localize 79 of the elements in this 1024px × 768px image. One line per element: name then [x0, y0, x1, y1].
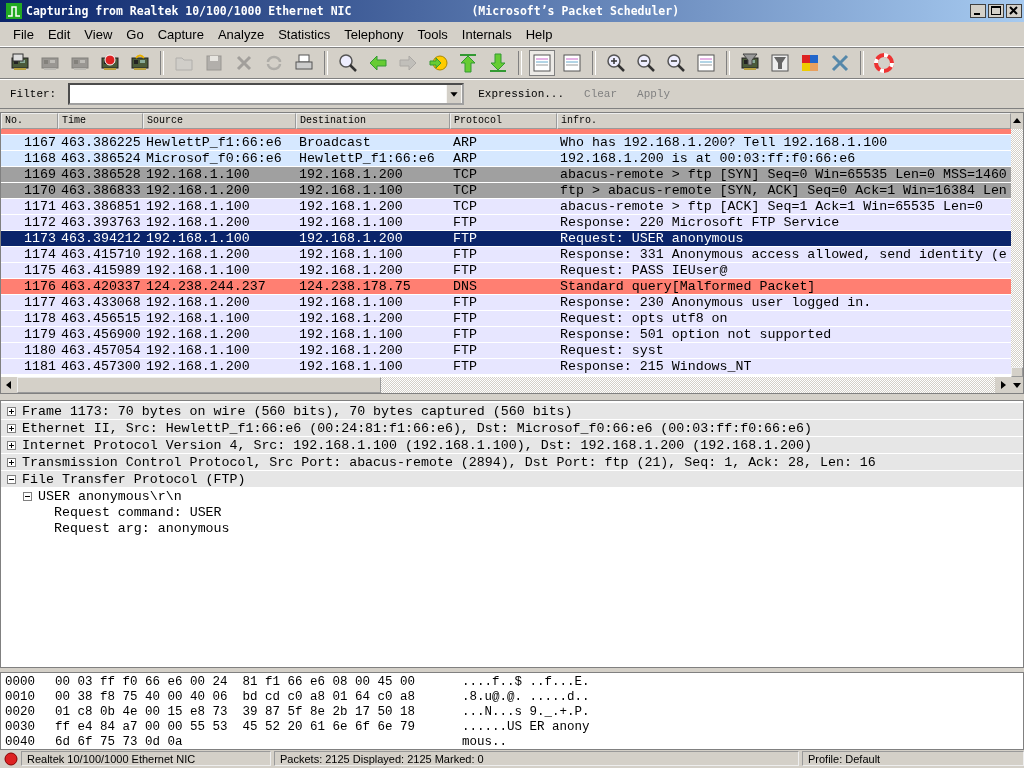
menu-item[interactable]: Internals — [454, 26, 519, 42]
menu-item[interactable]: Analyze — [210, 26, 272, 42]
status-packets: Packets: 2125 Displayed: 2125 Marked: 0 — [274, 751, 799, 766]
packet-row[interactable]: 1171 463.386851 192.168.1.100 192.168.1.200 TCP abacus-remote > ftp [ACK] Seq=1 Ack=1 Win=65535 Len=0 — [1, 199, 1011, 215]
packet-row[interactable]: 1175 463.415989 192.168.1.100 192.168.1.200 FTP Request: PASS IEUser@ — [1, 263, 1011, 279]
packet-row[interactable]: 1170 463.386833 192.168.1.200 192.168.1.100 TCP ftp > abacus-remote [SYN, ACK] Seq=0 Ack=1 Win=16384 Len — [1, 183, 1011, 199]
hex-bytes: ff e4 84 a7 00 00 55 53 45 52 20 61 6e 6f 6e 79 — [55, 720, 417, 735]
horizontal-scrollbar[interactable] — [1, 377, 1011, 393]
packet-row[interactable]: 1168 463.386524 Microsof_f0:66:e6 HewlettP_f1:66:e6 ARP 192.168.1.200 is at 00:03:ff:f0:66:e6 — [1, 151, 1011, 167]
detail-item[interactable]: USER anonymous\r\n — [38, 488, 182, 504]
app-icon — [6, 3, 22, 19]
packet-row[interactable]: 1167 463.386225 HewlettP_f1:66:e6 Broadcast ARP Who has 192.168.1.200? Tell 192.168.1.100 — [1, 135, 1011, 151]
list-icon[interactable] — [560, 51, 584, 75]
menu-item[interactable]: Tools — [410, 26, 455, 42]
packet-row[interactable]: 1178 463.456515 192.168.1.100 192.168.1.200 FTP Request: opts utf8 on — [1, 311, 1011, 327]
menu-item[interactable]: Edit — [40, 26, 78, 42]
dropdown-icon[interactable] — [446, 85, 463, 103]
hex-bytes: 00 03 ff f0 66 e6 00 24 81 f1 66 e6 08 00 45 00 — [55, 675, 417, 690]
menu-item[interactable]: Go — [119, 26, 151, 42]
menu-item[interactable]: File — [6, 26, 41, 42]
expression-button[interactable]: Expression... — [472, 88, 571, 100]
status-profile: Profile: Default — [802, 751, 1024, 766]
detail-item[interactable]: Request arg: anonymous — [54, 520, 230, 536]
packet-row[interactable]: 1181 463.457300 192.168.1.200 192.168.1.100 FTP Response: 215 Windows_NT — [1, 359, 1011, 375]
scroll-left-icon[interactable] — [1, 377, 17, 393]
ascii-text: ......US ER anony — [462, 720, 590, 735]
list-icon[interactable] — [530, 51, 554, 75]
menu-item[interactable]: Telephony — [337, 26, 411, 42]
filter-label: Filter: — [10, 88, 57, 100]
menu-item[interactable]: View — [77, 26, 120, 42]
close-icon[interactable] — [1006, 4, 1022, 18]
packet-row[interactable]: 1177 463.433068 192.168.1.200 192.168.1.100 FTP Response: 230 Anonymous user logged in. — [1, 295, 1011, 311]
menu-item[interactable]: Help — [518, 26, 560, 42]
hex-offset: 0010 — [5, 690, 36, 705]
expand-icon[interactable] — [7, 406, 16, 416]
packet-row[interactable]: 1169 463.386528 192.168.1.100 192.168.1.200 TCP abacus-remote > ftp [SYN] Seq=0 Win=65535 Len=0 MSS=1460 — [1, 167, 1011, 183]
status-interface: Realtek 10/100/1000 Ethernet NIC — [21, 751, 271, 766]
column-header[interactable]: infro. — [557, 113, 1011, 129]
column-header[interactable]: Destination — [296, 113, 450, 129]
window-title: Capturing from Realtek 10/100/1000 Ethernet NIC — [26, 4, 352, 18]
hex-bytes: 6d 6f 75 73 0d 0a — [55, 735, 184, 749]
hex-bytes: 01 c8 0b 4e 00 15 e8 73 39 87 5f 8e 2b 17 50 18 — [55, 705, 417, 720]
ascii-text: .8.u@.@. .....d.. — [462, 690, 590, 705]
collapse-icon[interactable] — [7, 474, 16, 484]
packet-row[interactable]: 1176 463.420337 124.238.244.237 124.238.178.75 DNS Standard query[Malformed Packet] — [1, 279, 1011, 295]
filter-field[interactable] — [68, 83, 465, 105]
detail-item[interactable]: Request command: USER — [54, 504, 222, 520]
filter-icon[interactable] — [768, 51, 792, 75]
record-icon[interactable] — [4, 751, 18, 766]
lifebuoy-icon[interactable] — [872, 51, 896, 75]
hex-offset: 0020 — [5, 705, 36, 720]
packet-row[interactable]: 1179 463.456900 192.168.1.200 192.168.1.100 FTP Response: 501 option not supported — [1, 327, 1011, 343]
expand-icon[interactable] — [7, 440, 16, 450]
expand-icon[interactable] — [7, 457, 16, 467]
packet-row[interactable]: 1172 463.393763 192.168.1.200 192.168.1.100 FTP Response: 220 Microsoft FTP Service — [1, 215, 1011, 231]
expand-icon[interactable] — [7, 423, 16, 433]
ascii-text: ....f..$ ..f...E. — [462, 675, 590, 690]
menu-item[interactable]: Capture — [150, 26, 211, 42]
column-header[interactable]: No. — [1, 113, 58, 129]
minimize-icon[interactable] — [970, 4, 986, 18]
packet-row[interactable]: 1174 463.415710 192.168.1.200 192.168.1.100 FTP Response: 331 Anonymous access allowed, send identity (e — [1, 247, 1011, 263]
ascii-text: mous.. — [462, 735, 507, 749]
collapse-icon[interactable] — [23, 491, 32, 501]
column-header[interactable]: Protocol — [450, 113, 557, 129]
scroll-right-icon[interactable] — [995, 377, 1011, 393]
column-header[interactable]: Source — [143, 113, 296, 129]
scrollbar-thumb[interactable] — [1011, 367, 1023, 377]
scrollbar-thumb[interactable] — [17, 377, 381, 393]
window-title: (Microsoft’s Packet Scheduler) — [471, 4, 680, 18]
hex-bytes: 00 38 f8 75 40 00 40 06 bd cd c0 a8 01 64 c0 a8 — [55, 690, 417, 705]
maximize-icon[interactable] — [988, 4, 1004, 18]
hex-offset: 0040 — [5, 735, 36, 749]
packet-row[interactable]: 1180 463.457054 192.168.1.100 192.168.1.200 FTP Request: syst — [1, 343, 1011, 359]
hex-offset: 0000 — [5, 675, 36, 690]
ascii-text: ...N...s 9._.+.P. — [462, 705, 590, 720]
menu-item[interactable]: Statistics — [271, 26, 338, 42]
packet-row[interactable]: 1173 463.394212 192.168.1.100 192.168.1.200 FTP Request: USER anonymous — [1, 231, 1011, 247]
column-header[interactable]: Time — [58, 113, 143, 129]
hex-offset: 0030 — [5, 720, 36, 735]
